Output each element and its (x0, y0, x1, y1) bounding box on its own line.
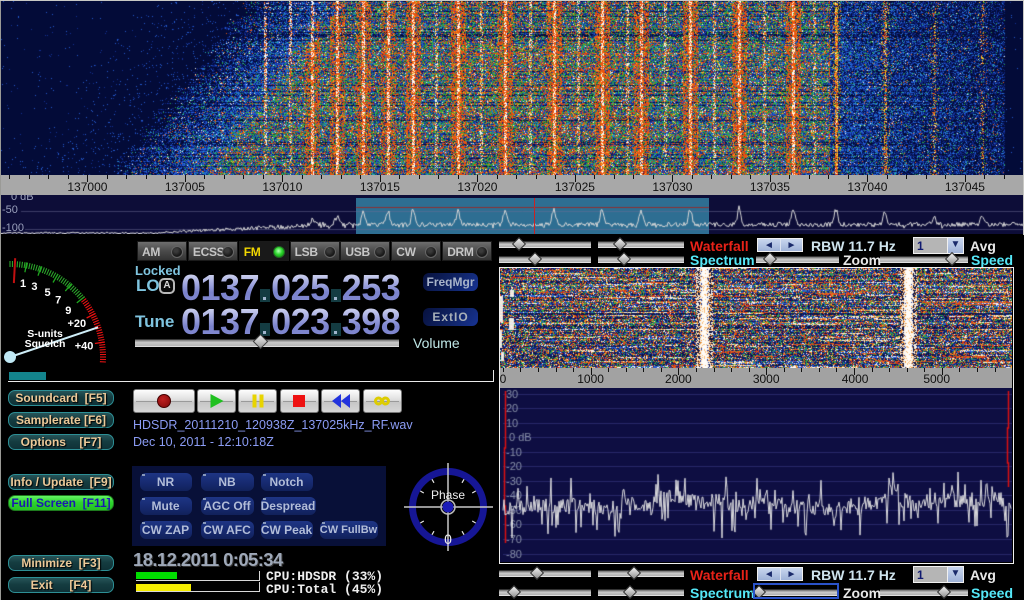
svg-text:+40: +40 (75, 340, 94, 352)
svg-text:7: 7 (55, 295, 61, 307)
svg-text:1: 1 (20, 278, 26, 290)
svg-text:3: 3 (31, 281, 37, 293)
svg-text:5: 5 (44, 287, 50, 299)
svg-text:0: 0 (444, 531, 452, 547)
svg-text:Phase: Phase (431, 488, 465, 502)
svg-text:+20: +20 (67, 318, 86, 330)
svg-text:9: 9 (65, 305, 71, 317)
svg-text:Squelch: Squelch (25, 338, 66, 350)
